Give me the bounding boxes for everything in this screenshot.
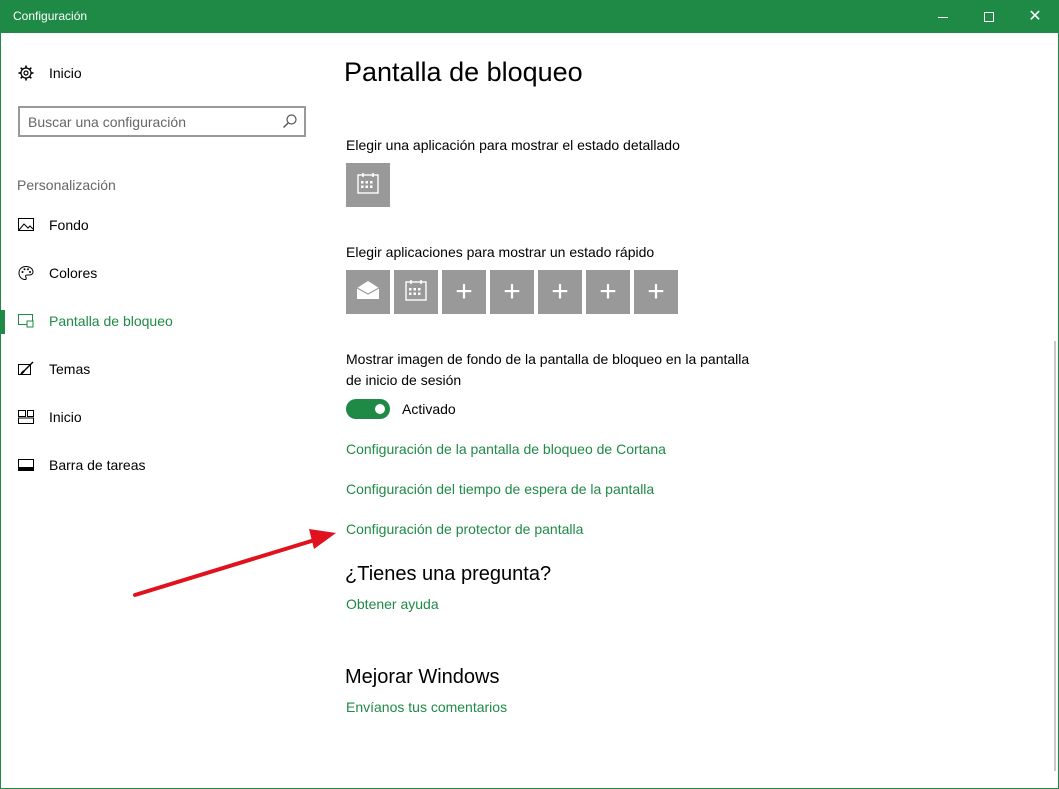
quick-status-add-button[interactable]: +: [634, 270, 678, 314]
page-title: Pantalla de bloqueo: [344, 57, 583, 87]
minimize-icon: [938, 16, 948, 18]
scrollbar[interactable]: [1054, 341, 1056, 771]
plus-icon: +: [503, 275, 521, 308]
start-icon: [17, 408, 35, 426]
sidebar-home-label: Inicio: [49, 65, 82, 81]
search-box[interactable]: [18, 106, 306, 137]
sidebar-item-label: Colores: [49, 265, 98, 281]
quick-status-mail-button[interactable]: [346, 270, 390, 314]
quick-status-add-button[interactable]: +: [442, 270, 486, 314]
search-input[interactable]: [28, 113, 278, 131]
calendar-icon: [405, 279, 427, 306]
signin-background-label: Mostrar imagen de fondo de la pantalla d…: [346, 349, 749, 391]
question-heading: ¿Tienes una pregunta?: [345, 563, 552, 585]
plus-icon: +: [599, 275, 617, 308]
plus-icon: +: [455, 275, 473, 308]
mail-icon: [356, 280, 380, 305]
sidebar-home[interactable]: Inicio: [17, 64, 82, 82]
quick-status-add-button[interactable]: +: [490, 270, 534, 314]
calendar-icon: [357, 172, 379, 199]
sidebar-item-temas[interactable]: Temas: [17, 360, 90, 378]
get-help-link[interactable]: Obtener ayuda: [346, 596, 439, 612]
quick-status-calendar-button[interactable]: [394, 270, 438, 314]
sidebar-group-label: Personalización: [17, 177, 116, 193]
gear-icon: [17, 64, 35, 82]
signin-background-label-line1: Mostrar imagen de fondo de la pantalla d…: [346, 351, 750, 367]
screensaver-settings-link[interactable]: Configuración de protector de pantalla: [346, 521, 583, 537]
window-title: Configuración: [13, 9, 88, 23]
screen-timeout-link[interactable]: Configuración del tiempo de espera de la…: [346, 481, 654, 497]
detailed-status-app-button[interactable]: [346, 163, 390, 207]
themes-icon: [17, 360, 35, 378]
sidebar-item-colores[interactable]: Colores: [17, 264, 97, 282]
toggle-state-label: Activado: [402, 401, 456, 417]
sidebar-item-label: Barra de tareas: [49, 457, 146, 473]
palette-icon: [17, 264, 35, 282]
cortana-lock-screen-link[interactable]: Configuración de la pantalla de bloqueo …: [346, 441, 666, 457]
lock-screen-icon: [17, 312, 35, 330]
sidebar-item-pantalla-de-bloqueo[interactable]: Pantalla de bloqueo: [17, 312, 173, 330]
sidebar-item-label: Inicio: [49, 409, 82, 425]
quick-status-add-button[interactable]: +: [538, 270, 582, 314]
toggle-knob: [375, 404, 385, 414]
sidebar-item-inicio[interactable]: Inicio: [17, 408, 82, 426]
plus-icon: +: [647, 275, 665, 308]
improve-windows-heading: Mejorar Windows: [345, 666, 500, 688]
plus-icon: +: [551, 275, 569, 308]
taskbar-icon: [17, 456, 35, 474]
sidebar-item-label: Fondo: [49, 217, 89, 233]
detailed-status-label: Elegir una aplicación para mostrar el es…: [346, 137, 680, 153]
sidebar-item-label: Temas: [49, 361, 91, 377]
signin-background-label-line2: de inicio de sesión: [346, 372, 462, 388]
settings-window: Configuración ✕ Inicio Personalización F…: [0, 0, 1059, 789]
maximize-icon: [984, 12, 994, 22]
sidebar-item-fondo[interactable]: Fondo: [17, 216, 89, 234]
title-bar[interactable]: Configuración ✕: [1, 1, 1058, 33]
sidebar-item-label: Pantalla de bloqueo: [49, 313, 173, 329]
signin-background-toggle[interactable]: [346, 399, 390, 419]
quick-status-add-button[interactable]: +: [586, 270, 630, 314]
close-button[interactable]: ✕: [1012, 1, 1058, 33]
picture-icon: [17, 216, 35, 234]
active-indicator: [1, 310, 5, 334]
search-icon[interactable]: [282, 113, 298, 129]
close-icon: ✕: [1028, 8, 1042, 25]
quick-status-label: Elegir aplicaciones para mostrar un esta…: [346, 244, 655, 260]
maximize-button[interactable]: [966, 1, 1012, 33]
sidebar-item-barra-de-tareas[interactable]: Barra de tareas: [17, 456, 146, 474]
minimize-button[interactable]: [920, 1, 966, 33]
feedback-link[interactable]: Envíanos tus comentarios: [346, 699, 507, 715]
